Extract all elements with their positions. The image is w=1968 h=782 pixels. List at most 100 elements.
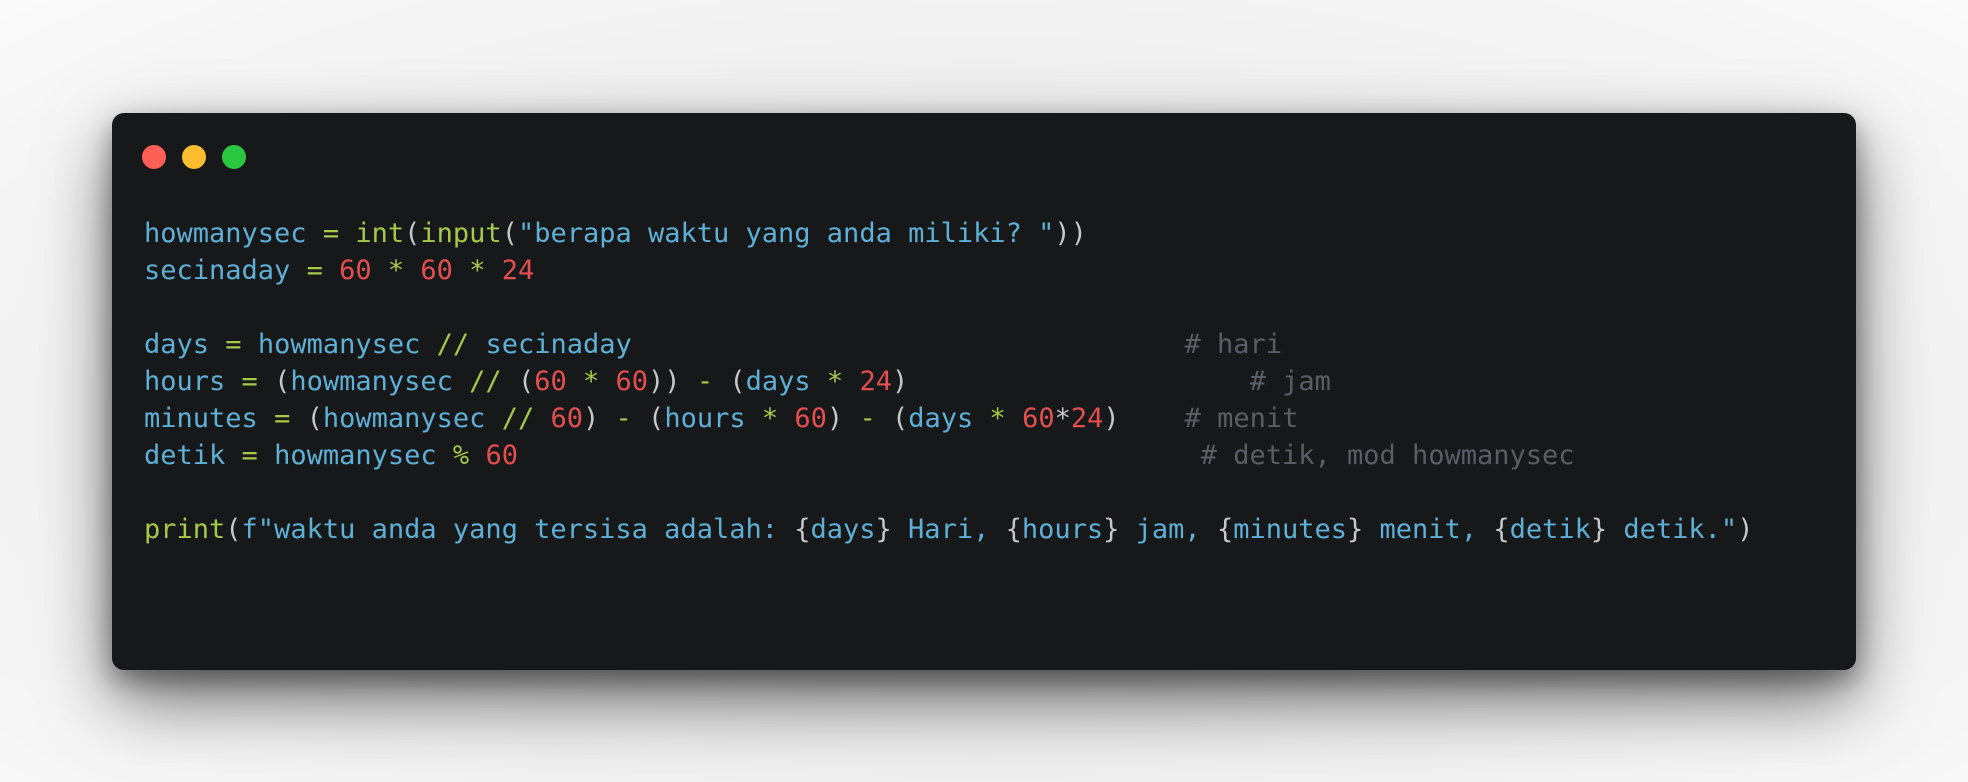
code-window: howmanysec = int(input("berapa waktu yan…	[112, 113, 1856, 670]
code-token: %	[452, 440, 470, 471]
code-token: *	[826, 366, 844, 397]
code-token: //	[436, 329, 470, 360]
code-line-5: hours = (howmanysec // (60 * 60)) - (day…	[144, 363, 1753, 400]
code-token: menit,	[1363, 514, 1494, 545]
code-token: f"waktu anda yang tersisa adalah:	[241, 514, 795, 545]
code-token: =	[306, 255, 323, 286]
code-token: *	[469, 255, 486, 286]
code-token: print	[144, 514, 226, 545]
code-token: (	[274, 366, 291, 397]
code-token: howmanysec	[257, 329, 421, 360]
code-token: secinaday	[485, 329, 632, 360]
code-comment: # menit	[1184, 403, 1299, 434]
code-line-6: minutes = (howmanysec // 60) - (hours * …	[144, 400, 1753, 437]
code-token: {	[1216, 514, 1234, 545]
code-token: howmanysec	[144, 218, 307, 249]
code-token: 60	[339, 255, 372, 286]
code-line-2: secinaday = 60 * 60 * 24	[144, 252, 1753, 289]
zoom-button[interactable]	[222, 145, 246, 169]
code-token: detik	[1509, 514, 1591, 545]
code-token: (	[225, 514, 242, 545]
code-token: *	[387, 255, 405, 286]
code-token: howmanysec	[322, 403, 486, 434]
code-token: {	[1005, 514, 1022, 545]
code-token: detik	[144, 440, 226, 471]
code-token: (	[891, 403, 909, 434]
code-token: 60	[485, 440, 518, 471]
code-token: 60	[1022, 403, 1055, 434]
code-line-1: howmanysec = int(input("berapa waktu yan…	[144, 215, 1753, 252]
code-token: "berapa waktu yang anda miliki? "	[517, 218, 1055, 249]
code-token: 24	[1070, 403, 1104, 434]
code-token: 60	[550, 403, 583, 434]
code-token: =	[225, 329, 242, 360]
code-token: ))	[648, 366, 681, 397]
code-token: secinaday	[144, 255, 291, 286]
code-token: =	[241, 366, 258, 397]
code-comment: # detik, mod howmanysec	[1200, 440, 1575, 471]
code-token: minutes	[1233, 514, 1348, 545]
close-button[interactable]	[142, 145, 166, 169]
code-token: *	[583, 366, 600, 397]
code-comment: # jam	[1249, 366, 1331, 397]
code-token: 60	[615, 366, 649, 397]
code-token: )	[1103, 403, 1120, 434]
minimize-button[interactable]	[182, 145, 206, 169]
code-token: }	[1590, 514, 1608, 545]
code-token: }	[1347, 514, 1364, 545]
code-token: int	[355, 218, 405, 249]
code-token: =	[322, 218, 340, 249]
code-token: 24	[501, 255, 535, 286]
code-token: days	[745, 366, 811, 397]
code-token: *	[1054, 403, 1071, 434]
code-token: -	[859, 403, 876, 434]
code-token: 60	[420, 255, 453, 286]
code-token: (	[306, 403, 323, 434]
code-token: input	[420, 218, 502, 249]
code-line-7: detik = howmanysec % 60 # detik, mod how…	[144, 437, 1753, 474]
code-token: days	[144, 329, 210, 360]
code-token: -	[696, 366, 714, 397]
code-block: howmanysec = int(input("berapa waktu yan…	[144, 215, 1753, 548]
code-token: (	[404, 218, 421, 249]
code-token: {	[1493, 514, 1510, 545]
code-token: detik."	[1607, 514, 1738, 545]
code-token: 60	[794, 403, 827, 434]
window-controls	[142, 145, 246, 169]
code-token: =	[241, 440, 258, 471]
code-line-9: print(f"waktu anda yang tersisa adalah: …	[144, 511, 1753, 548]
code-token: Hari,	[891, 514, 1006, 545]
